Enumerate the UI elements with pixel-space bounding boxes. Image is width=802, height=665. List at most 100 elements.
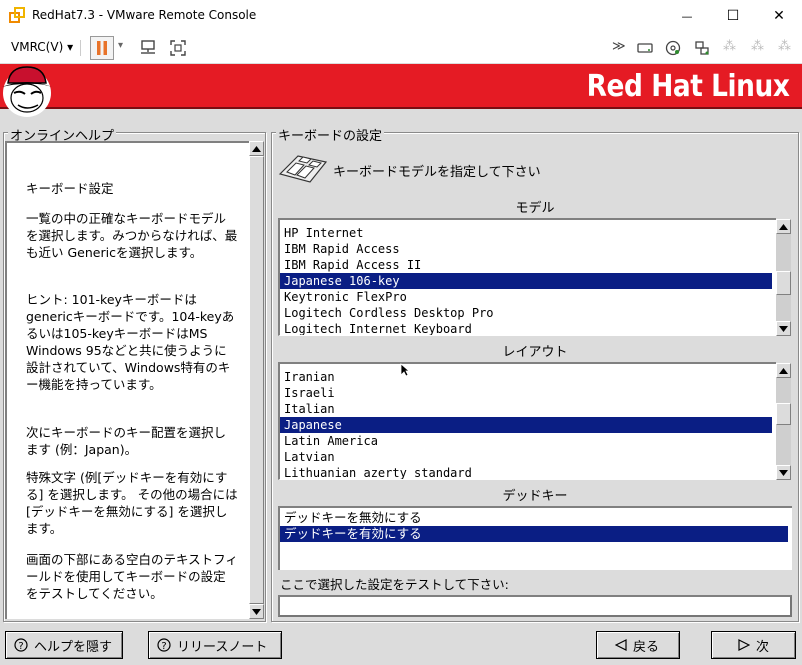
next-label: 次 xyxy=(756,639,770,655)
layout-list-item[interactable]: Lithuanian azerty standard xyxy=(280,465,772,479)
layout-list-item[interactable]: Iranian xyxy=(280,369,772,385)
redhat-shadowman-logo xyxy=(2,66,52,117)
scroll-thumb[interactable] xyxy=(776,403,791,425)
deadkey-list-item-selected[interactable]: デッドキーを有効にする xyxy=(280,526,788,542)
help-paragraph: キーボード設定 xyxy=(26,181,114,196)
arrow-up-icon xyxy=(779,223,788,230)
hard-disk-button[interactable] xyxy=(634,37,656,59)
fullscreen-icon xyxy=(170,40,186,56)
network-adapter-button[interactable] xyxy=(691,37,713,59)
help-paragraph: 次にキーボードのキー配置を選択します (例：Japan)。 xyxy=(26,425,227,457)
model-list-item-selected[interactable]: Japanese 106-key xyxy=(280,273,772,289)
help-paragraph: 特殊文字 (例[デッドキーを有効にする] を選択します。 その他の場合には[デッ… xyxy=(26,470,238,536)
vmrc-toolbar: VMRC(V) ▾ ▾ ≫ ⁂ ⁂ ⁂ xyxy=(0,32,802,63)
svg-text:?: ? xyxy=(161,641,166,652)
model-label: モデル xyxy=(515,201,555,216)
minimize-icon: — xyxy=(681,9,693,23)
deadkey-label: デッドキー xyxy=(502,489,568,504)
mouse-cursor-icon xyxy=(400,363,410,377)
scroll-up-button[interactable] xyxy=(776,219,791,234)
arrow-up-icon xyxy=(252,145,261,152)
fast-forward-icon[interactable]: ≫ xyxy=(612,39,626,54)
keyboard-test-input[interactable] xyxy=(278,595,792,617)
minimize-button[interactable]: — xyxy=(664,0,710,32)
device-icon[interactable]: ⁂ xyxy=(723,39,736,54)
arrow-down-icon xyxy=(779,469,788,476)
maximize-icon: ☐ xyxy=(726,8,740,24)
window-title-bar: RedHat7.3 - VMware Remote Console — ☐ ✕ xyxy=(0,0,802,32)
layout-label: レイアウト xyxy=(502,345,568,360)
cd-icon xyxy=(665,40,681,56)
brand-title: Red Hat Linux xyxy=(586,69,789,104)
model-list-item[interactable]: HP Internet xyxy=(280,225,772,241)
svg-text:?: ? xyxy=(18,641,23,652)
hide-help-label: ヘルプを隠す xyxy=(34,639,113,655)
device-icon[interactable]: ⁂ xyxy=(751,39,764,54)
scroll-down-button[interactable] xyxy=(776,321,791,336)
maximize-button[interactable]: ☐ xyxy=(710,0,756,32)
release-notes-label: リリースノート xyxy=(177,639,268,655)
hard-disk-icon xyxy=(637,43,653,53)
fullscreen-button[interactable] xyxy=(167,37,189,59)
pause-dropdown-arrow[interactable]: ▾ xyxy=(118,40,123,51)
layout-list-item[interactable]: Italian xyxy=(280,401,772,417)
guest-screen[interactable]: Red Hat Linux オンラインヘルプ キーボード設定 一覧の中の正確なキ… xyxy=(0,63,802,665)
scroll-down-button[interactable] xyxy=(249,604,264,619)
pause-icon xyxy=(97,41,107,55)
back-label: 戻る xyxy=(633,639,660,655)
scroll-down-button[interactable] xyxy=(776,465,791,480)
release-notes-button[interactable]: ? リリースノート xyxy=(148,631,282,659)
scroll-up-button[interactable] xyxy=(776,363,791,378)
model-list-item[interactable]: Keytronic FlexPro xyxy=(280,289,772,305)
keyboard-model-heading: キーボードモデルを指定して下さい xyxy=(333,165,541,180)
arrow-down-icon xyxy=(252,608,261,615)
hide-help-button[interactable]: ? ヘルプを隠す xyxy=(5,631,123,659)
help-scrollbar[interactable] xyxy=(249,141,264,619)
arrow-left-icon xyxy=(615,639,627,651)
deadkey-list[interactable]: デッドキーを無効にする デッドキーを有効にする xyxy=(278,506,792,570)
device-icon[interactable]: ⁂ xyxy=(778,39,791,54)
help-icon: ? xyxy=(157,638,171,652)
layout-list-item[interactable]: Israeli xyxy=(280,385,772,401)
redhat-banner: Red Hat Linux xyxy=(0,64,802,117)
help-paragraph: ヒント: 101-keyキーボードはgenericキーボードです。104-key… xyxy=(26,292,235,392)
model-list-scrollbar[interactable] xyxy=(776,219,791,336)
arrow-right-icon xyxy=(738,639,750,651)
send-ctrl-alt-del-button[interactable] xyxy=(137,37,159,59)
vmware-app-icon xyxy=(9,7,25,23)
layout-list-item[interactable]: Latin America xyxy=(280,433,772,449)
layout-list[interactable]: Iranian Israeli Italian Japanese Latin Ameri… xyxy=(278,362,776,480)
model-list[interactable]: HP Internet IBM Rapid Access IBM Rapid Acc… xyxy=(278,218,776,336)
network-icon xyxy=(695,41,709,55)
arrow-down-icon xyxy=(779,325,788,332)
scroll-up-button[interactable] xyxy=(249,141,264,156)
layout-list-scrollbar[interactable] xyxy=(776,363,791,480)
vmrc-menu[interactable]: VMRC(V) ▾ xyxy=(11,40,73,54)
arrow-up-icon xyxy=(779,367,788,374)
keyboard-settings-title: キーボードの設定 xyxy=(276,125,385,144)
window-title: RedHat7.3 - VMware Remote Console xyxy=(32,8,257,22)
layout-list-item-selected[interactable]: Japanese xyxy=(280,417,772,433)
scroll-thumb[interactable] xyxy=(776,271,791,295)
back-button[interactable]: 戻る xyxy=(596,631,680,659)
network-computer-icon xyxy=(141,40,155,54)
test-field-label: ここで選択した設定をテストして下さい: xyxy=(280,577,509,592)
online-help-text: キーボード設定 一覧の中の正確なキーボードモデルを選択します。みつからなければ、… xyxy=(5,141,249,619)
model-list-item[interactable]: Logitech Internet Keyboard xyxy=(280,321,772,335)
close-icon: ✕ xyxy=(773,8,785,24)
keyboard-icon xyxy=(278,155,328,183)
scroll-thumb[interactable] xyxy=(249,156,264,604)
help-paragraph: 一覧の中の正確なキーボードモデルを選択します。みつからなければ、最も近い Gen… xyxy=(26,211,238,260)
pause-button[interactable] xyxy=(90,36,114,60)
layout-list-item[interactable]: Latvian xyxy=(280,449,772,465)
deadkey-list-item[interactable]: デッドキーを無効にする xyxy=(280,510,788,526)
toolbar-separator xyxy=(80,40,81,56)
help-paragraph: 画面の下部にある空白のテキストフィールドを使用してキーボードの設定をテストしてく… xyxy=(26,552,238,601)
model-list-item[interactable]: IBM Rapid Access xyxy=(280,241,772,257)
close-button[interactable]: ✕ xyxy=(756,0,802,32)
next-button[interactable]: 次 xyxy=(711,631,796,659)
cd-button[interactable] xyxy=(662,37,684,59)
help-icon: ? xyxy=(14,638,28,652)
model-list-item[interactable]: IBM Rapid Access II xyxy=(280,257,772,273)
model-list-item[interactable]: Logitech Cordless Desktop Pro xyxy=(280,305,772,321)
